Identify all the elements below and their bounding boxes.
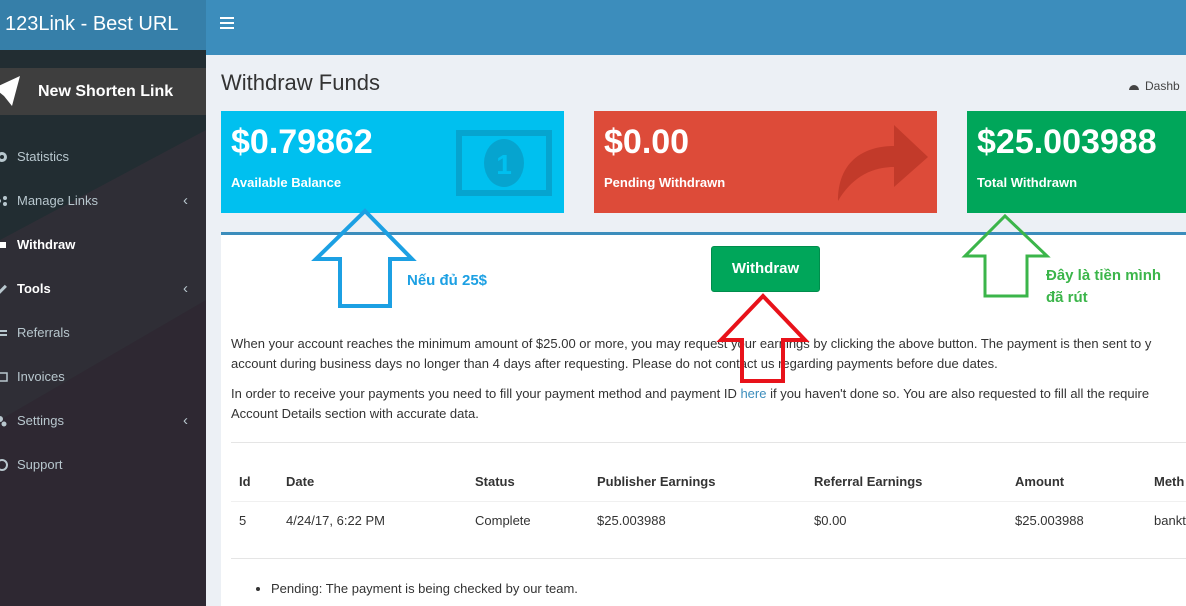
green-up-arrow-annotation	[961, 213, 1051, 298]
annotation-note-green: Đây là tiền mình đã rút	[1046, 265, 1161, 309]
blue-up-arrow-annotation	[311, 208, 417, 308]
red-up-arrow-annotation	[716, 293, 810, 383]
annotation-note-blue: Nếu đủ 25$	[407, 272, 488, 289]
annotation-overlay	[311, 208, 1051, 383]
annotation-line: Đây là tiền mình	[1046, 267, 1162, 284]
annotation-line: đã rút	[1046, 289, 1088, 306]
